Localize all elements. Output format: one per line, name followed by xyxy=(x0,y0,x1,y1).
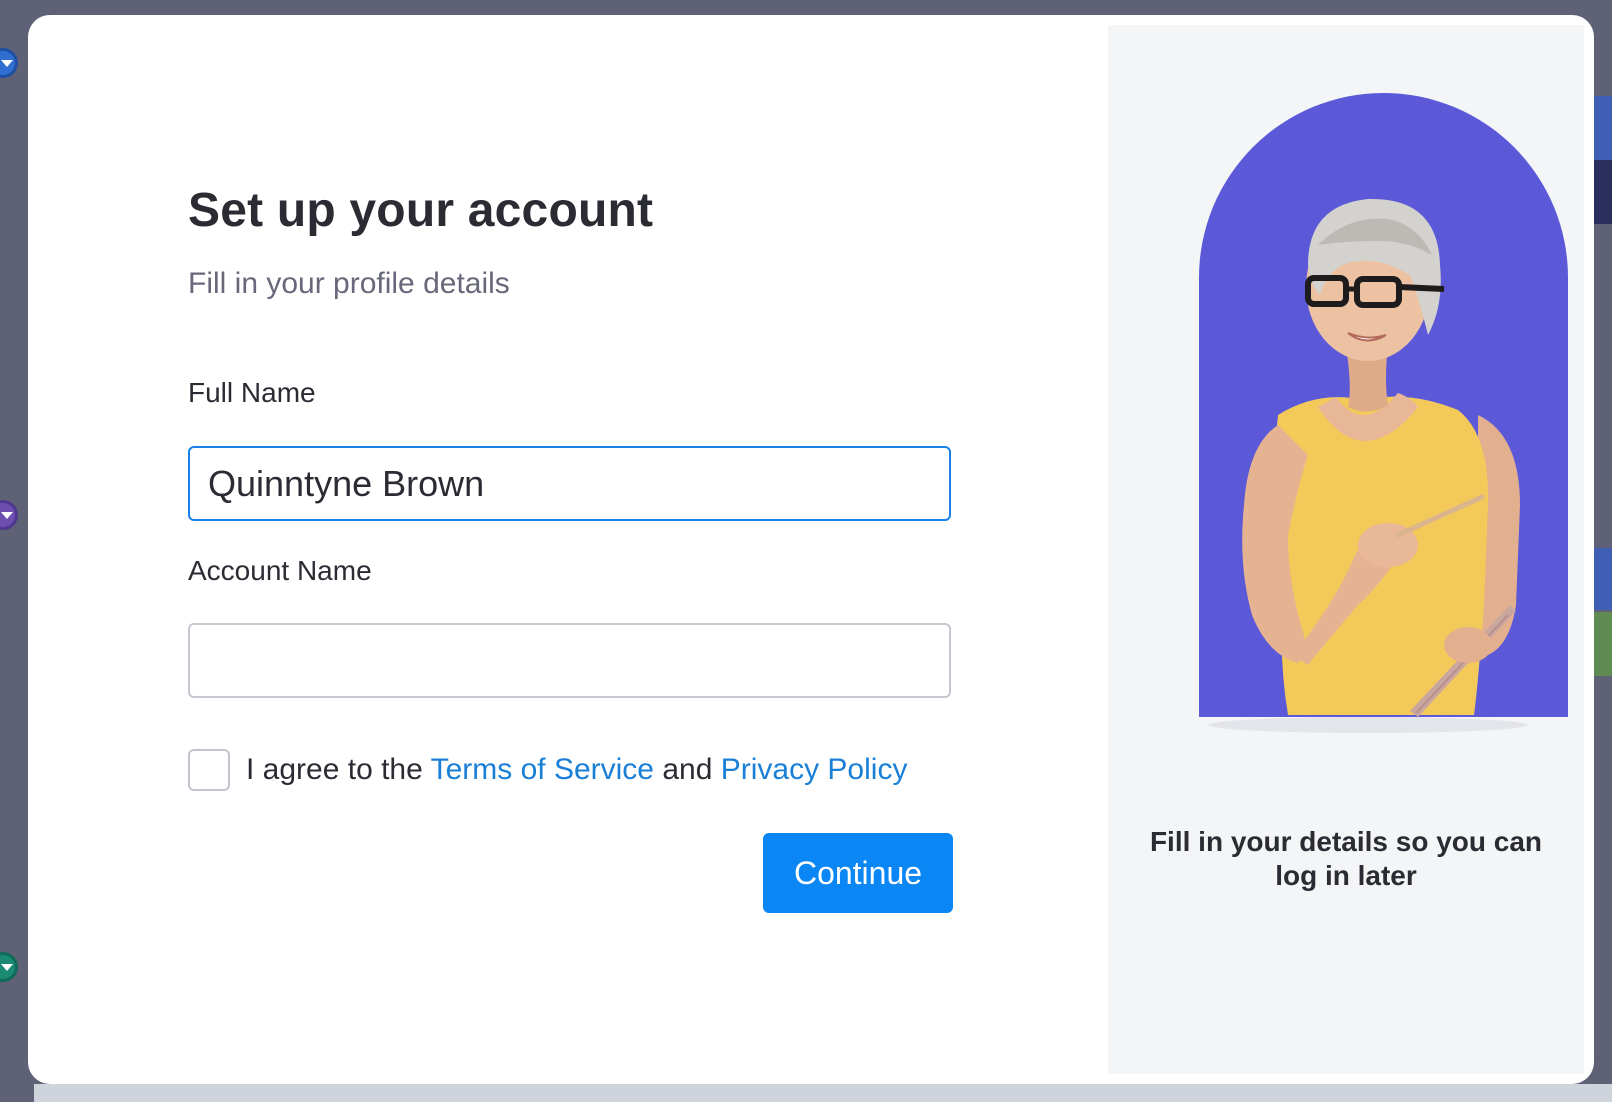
account-name-input[interactable] xyxy=(188,623,951,698)
page-title: Set up your account xyxy=(188,184,654,237)
woman-with-tablet-illustration xyxy=(1208,198,1528,733)
background-footer xyxy=(34,1084,1612,1102)
full-name-input[interactable] xyxy=(188,446,951,521)
agreement-row: I agree to the Terms of Service and Priv… xyxy=(188,748,907,792)
privacy-policy-link[interactable]: Privacy Policy xyxy=(721,753,908,786)
background-status-icon xyxy=(0,48,18,78)
agreement-prefix: I agree to the xyxy=(246,753,423,786)
background-status-icon xyxy=(0,952,18,982)
page-subtitle: Fill in your profile details xyxy=(188,267,510,300)
terms-of-service-link[interactable]: Terms of Service xyxy=(431,753,654,786)
setup-account-modal: Set up your account Fill in your profile… xyxy=(28,15,1594,1084)
background-status-icon xyxy=(0,500,18,530)
agree-checkbox[interactable] xyxy=(188,749,230,791)
full-name-label: Full Name xyxy=(188,377,316,408)
illustration-panel: Fill in your details so you can log in l… xyxy=(1108,25,1584,1074)
account-name-label: Account Name xyxy=(188,555,372,586)
illustration-caption: Fill in your details so you can log in l… xyxy=(1149,826,1543,891)
agreement-text: I agree to the Terms of Service and Priv… xyxy=(246,753,907,787)
continue-button[interactable]: Continue xyxy=(763,833,953,913)
agreement-conjunction: and xyxy=(662,753,713,786)
form-panel: Set up your account Fill in your profile… xyxy=(28,15,1108,1084)
